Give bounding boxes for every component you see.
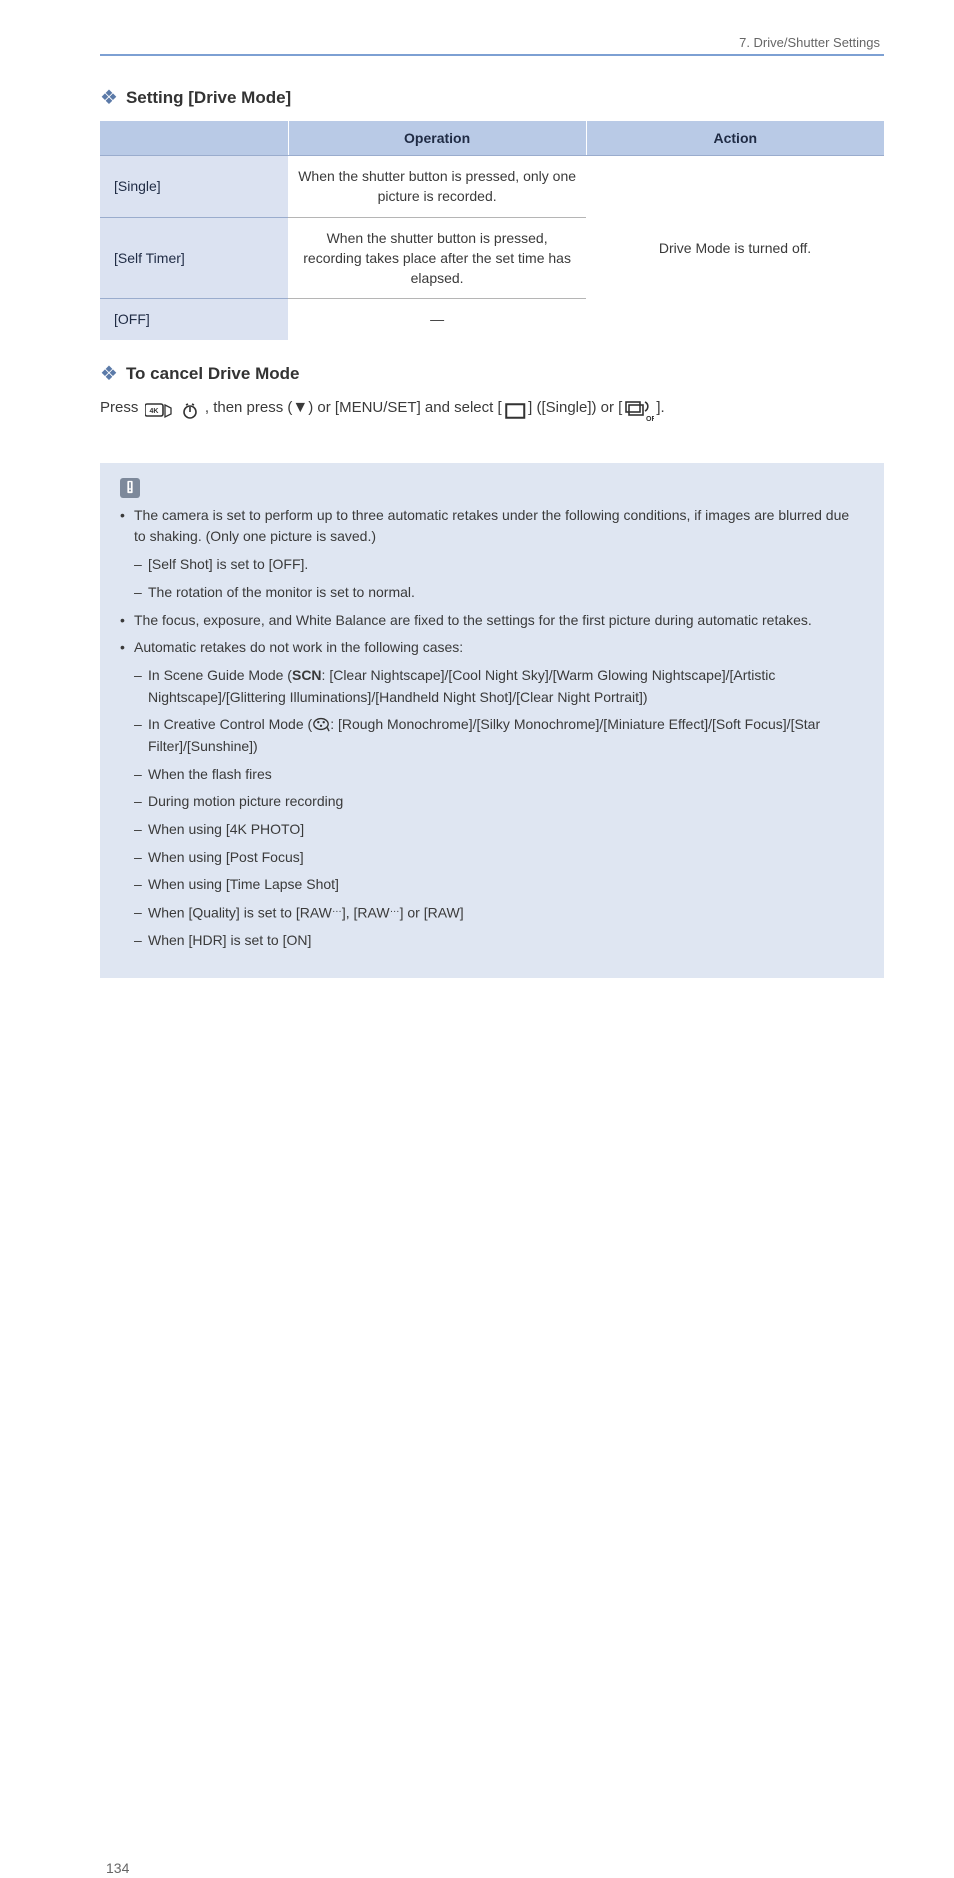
- note-item: When using [Time Lapse Shot]: [120, 874, 864, 896]
- note-item: Automatic retakes do not work in the fol…: [120, 637, 864, 659]
- text: Press: [100, 399, 143, 416]
- note-item: When [Quality] is set to [RAW…], [RAW…] …: [120, 902, 864, 924]
- creative-control-icon: [312, 716, 330, 732]
- note-item: When using [4K PHOTO]: [120, 819, 864, 841]
- svg-text:4K: 4K: [149, 408, 158, 415]
- note-item: The focus, exposure, and White Balance a…: [120, 610, 864, 632]
- text: ] ([Single]) or [: [528, 399, 622, 416]
- table-cell: When the shutter button is pressed, reco…: [288, 217, 586, 299]
- notes-box: The camera is set to perform up to three…: [100, 463, 884, 978]
- table-header: Action: [586, 121, 884, 156]
- note-item: In Creative Control Mode (: [Rough Monoc…: [120, 714, 864, 757]
- self-timer-icon: [181, 401, 199, 423]
- table-row-label: [Self Timer]: [100, 217, 288, 299]
- note-item: When using [Post Focus]: [120, 847, 864, 869]
- text: ].: [656, 399, 664, 416]
- note-item: When the flash fires: [120, 764, 864, 786]
- section-title-cancel: To cancel Drive Mode: [126, 362, 300, 387]
- divider: [100, 54, 884, 56]
- table-cell: Drive Mode is turned off.: [586, 155, 884, 339]
- section-bullet-icon: ❖: [100, 88, 118, 108]
- note-item: The rotation of the monitor is set to no…: [120, 582, 864, 604]
- table-header: [100, 121, 288, 156]
- page-number: 134: [100, 1858, 884, 1878]
- text: or [MENU/SET] and select [: [317, 399, 501, 416]
- table-row-label: [Single]: [100, 155, 288, 217]
- table-cell: When the shutter button is pressed, only…: [288, 155, 586, 217]
- section-title-drive-mode: Setting [Drive Mode]: [126, 86, 291, 111]
- note-item: [Self Shot] is set to [OFF].: [120, 554, 864, 576]
- table-row-label: [OFF]: [100, 299, 288, 340]
- note-item: In Scene Guide Mode (SCN: [Clear Nightsc…: [120, 665, 864, 708]
- down-arrow-icon: ▼: [292, 399, 308, 416]
- text: , then press: [205, 399, 288, 416]
- scn-mode-icon: SCN: [292, 667, 322, 683]
- note-item: During motion picture recording: [120, 791, 864, 813]
- note-item: The camera is set to perform up to three…: [120, 505, 864, 548]
- cancel-instruction: Press 4K , then press (▼) or [MENU/SET] …: [100, 396, 884, 423]
- table-header: Operation: [288, 121, 586, 156]
- svg-text:OFF: OFF: [646, 416, 654, 422]
- drive-mode-table: Operation Action [Single] When the shutt…: [100, 121, 884, 340]
- section-bullet-icon: ❖: [100, 364, 118, 384]
- section-header: 7. Drive/Shutter Settings: [739, 34, 880, 53]
- 4k-photo-icon: 4K: [145, 401, 173, 423]
- single-shot-icon: [504, 401, 527, 423]
- note-item: When [HDR] is set to [ON]: [120, 930, 864, 952]
- table-cell: —: [288, 299, 586, 340]
- note-icon: [120, 478, 140, 498]
- drive-off-icon: OFF: [624, 400, 654, 423]
